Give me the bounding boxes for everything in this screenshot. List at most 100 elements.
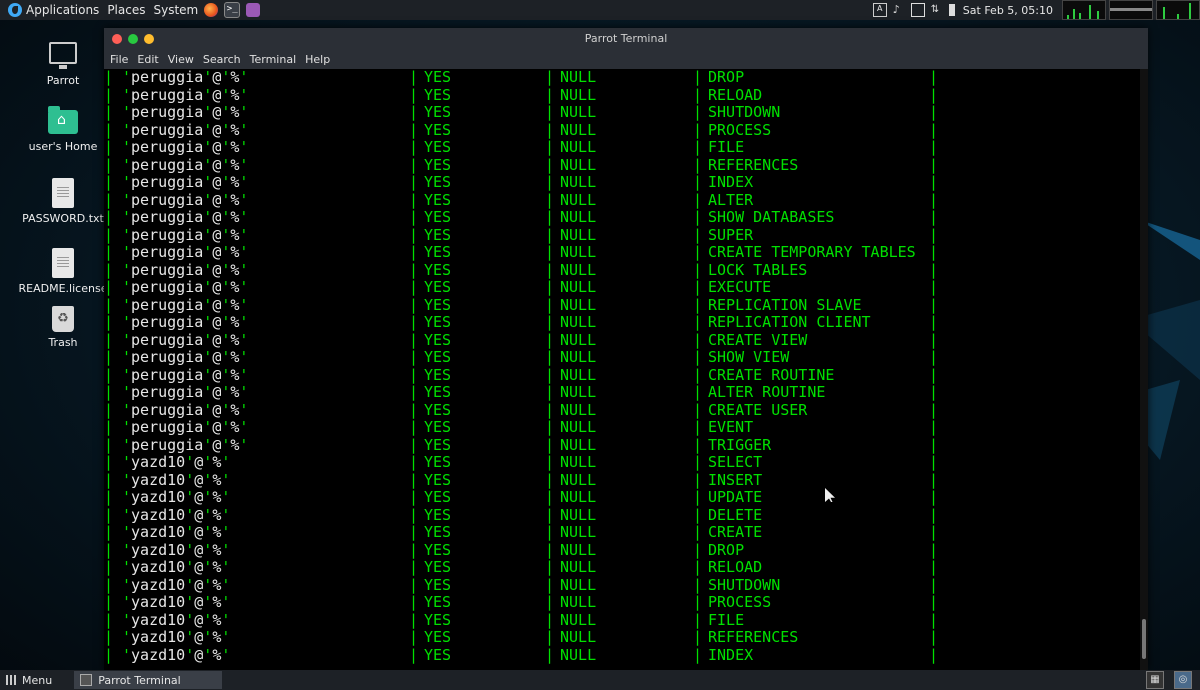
is-grantable-cell: YES [424, 278, 452, 296]
column-separator: | [929, 313, 939, 331]
battery-icon[interactable] [948, 4, 955, 16]
table-catalog-cell: NULL [560, 243, 597, 261]
keyboard-layout-icon[interactable]: A [872, 3, 887, 17]
column-separator: | [545, 540, 555, 559]
table-catalog-cell: NULL [560, 190, 597, 209]
table-catalog-cell: NULL [560, 418, 597, 436]
grantee-user: yazd10 [131, 593, 186, 611]
menu-view[interactable]: View [168, 53, 194, 66]
column-separator: | [104, 69, 114, 86]
column-separator: | [409, 435, 419, 454]
column-separator: | [104, 225, 114, 244]
show-desktop-icon[interactable]: ◎ [1174, 671, 1192, 689]
grantee-cell: 'peruggia'@'%' [122, 208, 249, 226]
terminal-row: | 'peruggia'@'%' | YES | NULL | SHOW VIEW | [104, 348, 1140, 367]
privilege-type-cell: INDEX [708, 173, 754, 191]
column-separator: | [929, 418, 939, 436]
menu-file[interactable]: File [110, 53, 128, 66]
firefox-icon[interactable] [204, 3, 219, 17]
text-editor-launcher-icon[interactable] [246, 3, 261, 17]
column-separator: | [104, 645, 114, 664]
privilege-type-cell: UPDATE [708, 488, 763, 506]
column-separator: | [693, 400, 703, 419]
column-separator: | [929, 523, 939, 541]
column-separator: | [929, 278, 939, 296]
terminal-row: | 'yazd10'@'%' | YES | NULL | PROCESS | [104, 593, 1140, 612]
grantee-user: peruggia [131, 295, 204, 314]
table-catalog-cell: NULL [560, 348, 597, 366]
terminal-launcher-icon[interactable]: >_ [224, 2, 241, 18]
terminal-window[interactable]: Parrot Terminal File Edit View Search Te… [104, 28, 1148, 670]
desktop-icon-readme[interactable]: README.license [18, 248, 108, 295]
column-separator: | [545, 453, 555, 471]
table-catalog-cell: NULL [560, 383, 597, 401]
column-separator: | [693, 628, 703, 646]
grantee-cell: 'peruggia'@'%' [122, 173, 249, 191]
display-icon[interactable] [910, 3, 925, 17]
network-graph [1156, 0, 1200, 20]
menu-terminal[interactable]: Terminal [250, 53, 297, 66]
minimize-window-button[interactable] [128, 34, 138, 44]
column-separator: | [104, 85, 114, 104]
places-menu[interactable]: Places [107, 0, 145, 20]
privilege-type-cell: CREATE TEMPORARY TABLES [708, 243, 916, 261]
desktop-icon-parrot[interactable]: Parrot [18, 42, 108, 87]
terminal-task-icon [80, 674, 93, 686]
desktop-icon-home[interactable]: user's Home [18, 106, 108, 153]
menu-search[interactable]: Search [203, 53, 241, 66]
column-separator: | [929, 190, 939, 209]
terminal-row: | 'peruggia'@'%' | YES | NULL | EVENT | [104, 418, 1140, 437]
grantee-user: yazd10 [131, 540, 186, 559]
table-catalog-cell: NULL [560, 208, 597, 226]
column-separator: | [545, 69, 555, 86]
is-grantable-cell: YES [424, 383, 452, 401]
taskbar-item-terminal[interactable]: Parrot Terminal [74, 671, 223, 689]
column-separator: | [545, 488, 555, 506]
column-separator: | [104, 418, 114, 436]
close-window-button[interactable] [112, 34, 122, 44]
privilege-type-cell: TRIGGER [708, 435, 772, 454]
privilege-type-cell: SHOW VIEW [708, 348, 790, 366]
scrollbar-thumb[interactable] [1142, 619, 1146, 659]
grantee-cell: 'peruggia'@'%' [122, 155, 249, 174]
column-separator: | [545, 628, 555, 646]
volume-icon[interactable]: ♪ [893, 4, 905, 16]
table-catalog-cell: NULL [560, 260, 597, 279]
column-separator: | [104, 575, 114, 594]
privilege-type-cell: DROP [708, 69, 745, 86]
column-separator: | [929, 69, 939, 86]
privilege-type-cell: EXECUTE [708, 278, 772, 296]
is-grantable-cell: YES [424, 470, 452, 489]
terminal-row: | 'yazd10'@'%' | YES | NULL | SELECT | [104, 453, 1140, 472]
column-separator: | [929, 575, 939, 594]
menu-help[interactable]: Help [305, 53, 330, 66]
terminal-output[interactable]: |'peruggia'@'%' | YES | NULL | DROP | |'peruggia… [104, 69, 1140, 670]
desktop-icon-trash[interactable]: ♻ Trash [18, 306, 108, 349]
column-separator: | [545, 155, 555, 174]
column-separator: | [104, 173, 114, 191]
network-icon[interactable]: ⇅ [931, 4, 943, 16]
menu-edit[interactable]: Edit [137, 53, 158, 66]
maximize-window-button[interactable] [144, 34, 154, 44]
clock[interactable]: Sat Feb 5, 05:10 [963, 4, 1053, 17]
column-separator: | [545, 278, 555, 296]
column-separator: | [409, 260, 419, 279]
desktop-icon-password[interactable]: PASSWORD.txt [18, 178, 108, 225]
window-titlebar[interactable]: Parrot Terminal [104, 28, 1148, 50]
column-separator: | [409, 383, 419, 401]
column-separator: | [929, 400, 939, 419]
terminal-row: | 'peruggia'@'%' | YES | NULL | SHUTDOWN | [104, 103, 1140, 122]
privilege-type-cell: SHUTDOWN [708, 575, 781, 594]
grantee-cell: 'yazd10'@'%' [122, 540, 231, 559]
applications-menu[interactable]: Applications [8, 0, 99, 20]
terminal-scrollbar[interactable] [1140, 69, 1148, 670]
menu-button[interactable]: Menu [6, 674, 52, 687]
system-menu[interactable]: System [153, 0, 198, 20]
column-separator: | [693, 453, 703, 471]
table-catalog-cell: NULL [560, 120, 597, 139]
table-catalog-cell: NULL [560, 610, 597, 629]
column-separator: | [545, 103, 555, 121]
column-separator: | [545, 470, 555, 489]
workspace-switcher-icon[interactable]: ▦ [1146, 671, 1164, 689]
privilege-type-cell: CREATE [708, 523, 763, 541]
